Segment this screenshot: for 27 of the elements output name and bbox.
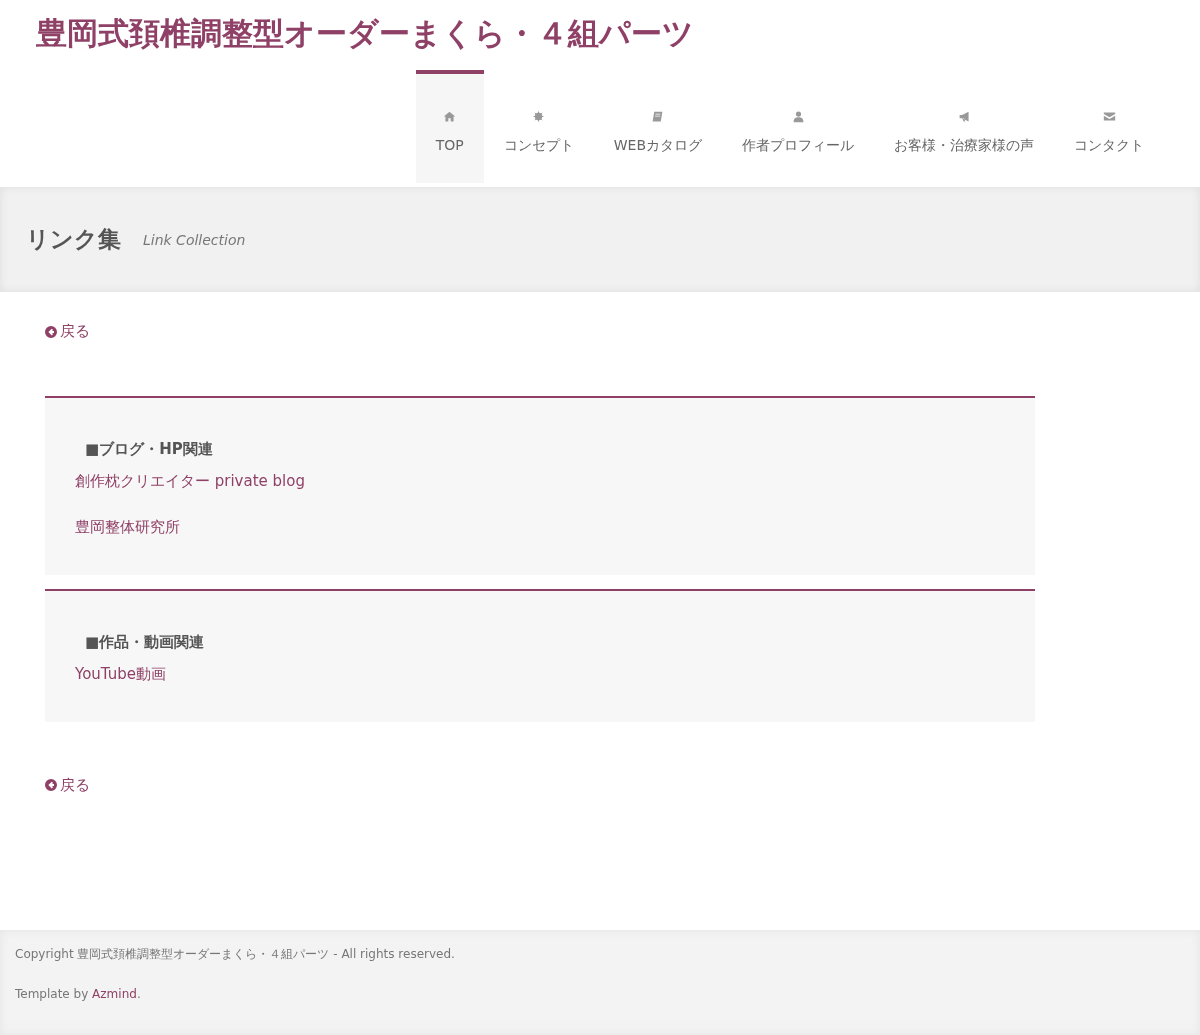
user-icon — [791, 110, 805, 123]
book-icon — [651, 110, 665, 123]
copyright-text: Copyright 豊岡式頚椎調整型オーダーまくら・４組パーツ - All rights reserved. — [15, 946, 456, 963]
page-subtitle: Link Collection — [143, 231, 246, 248]
nav-item[interactable]: 作者プロフィール — [722, 70, 874, 183]
link[interactable]: 豊岡整体研究所 — [75, 517, 180, 536]
section-heading: ■作品・動画関連 — [85, 632, 206, 652]
envelope-icon — [1102, 110, 1116, 123]
page-title: リンク集 — [26, 225, 121, 254]
nav-item[interactable]: コンセプト — [483, 70, 594, 183]
nav-item[interactable]: お客様・治療家様の声 — [874, 70, 1054, 183]
nav-item[interactable]: コンタクト — [1054, 70, 1164, 183]
section-heading: ■ブログ・HP関連 — [85, 439, 214, 459]
author-link[interactable]: Azmind — [92, 987, 137, 1001]
gear-icon — [532, 110, 546, 123]
nav-item[interactable]: WEBカタログ — [593, 70, 722, 183]
nav-item[interactable]: TOP — [415, 70, 484, 183]
bullhorn-icon — [957, 110, 971, 123]
arrow-left-icon — [45, 325, 57, 338]
arrow-left-icon — [45, 779, 57, 791]
back-link[interactable]: 戻る — [45, 775, 90, 795]
back-link[interactable]: 戻る — [45, 322, 90, 341]
site-title[interactable]: 豊岡式頚椎調整型オーダーまくら・４組パーツ — [36, 12, 1200, 54]
home-icon — [443, 110, 457, 123]
link[interactable]: YouTube動画 — [75, 664, 166, 683]
template-credit: Template by Azmind. — [15, 987, 142, 1001]
link[interactable]: 創作枕クリエイター private blog — [75, 471, 305, 490]
